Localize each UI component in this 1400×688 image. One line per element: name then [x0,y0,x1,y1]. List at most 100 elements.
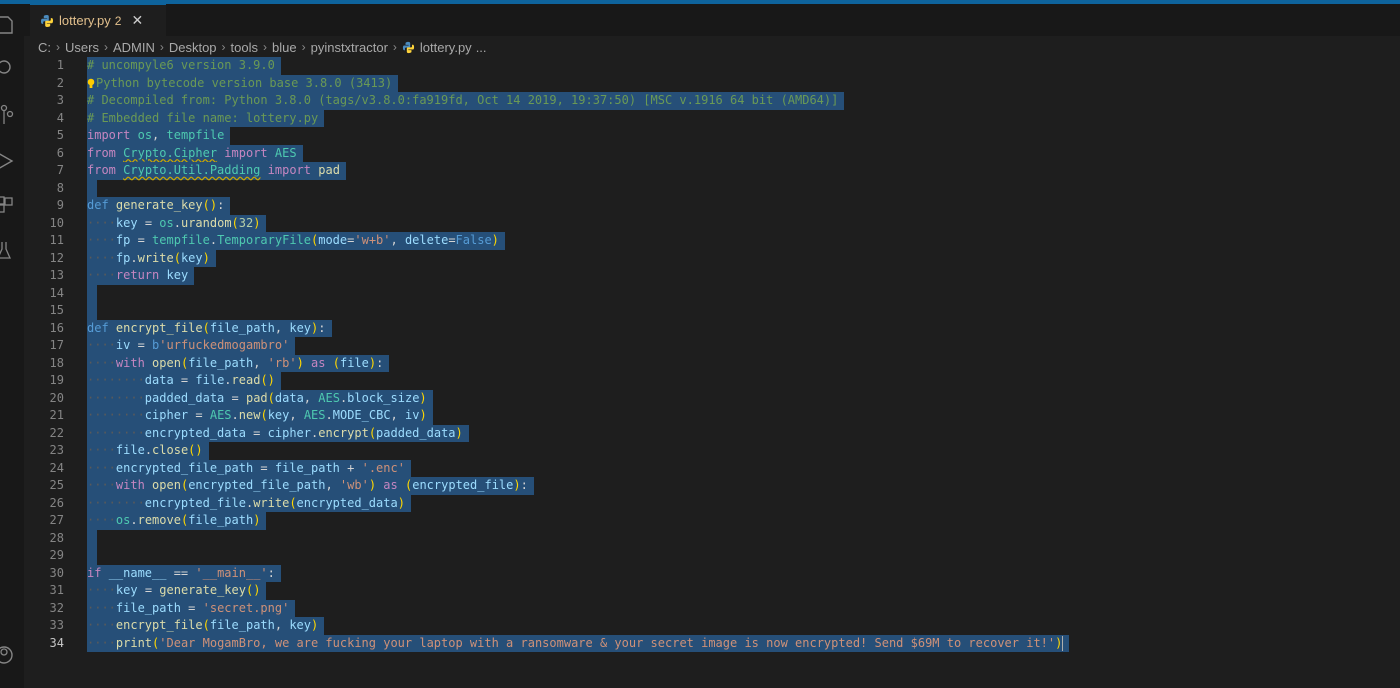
code-line[interactable]: 18 ····with open(file_path, 'rb') as (fil… [24,354,1400,372]
search-icon[interactable] [0,58,18,80]
code-line[interactable]: 9 def generate_key(): [24,197,1400,215]
code-line[interactable]: 27 ····os.remove(file_path) [24,512,1400,530]
code-line[interactable]: 30 if __name__ == '__main__': [24,564,1400,582]
line-number: 22 [49,425,64,440]
breadcrumb-item[interactable]: tools [231,40,258,55]
code-text: # Embedded file name: lottery.py [87,110,319,125]
line-number: 2 [56,75,64,90]
code-line[interactable]: 13 ····return key [24,267,1400,285]
code-text: # uncompyle6 version 3.9.0 [87,58,275,72]
code-line[interactable]: 20 ········padded_data = pad(data, AES.bl… [24,389,1400,407]
code-line[interactable]: 8 [24,179,1400,197]
code-line[interactable]: 5 import os, tempfile [24,127,1400,145]
code-line[interactable]: 34 ····print('Dear MogamBro, we are fucki… [24,634,1400,652]
code-line[interactable]: 29 [24,547,1400,565]
code-line[interactable]: 23 ····file.close() [24,442,1400,460]
source-control-icon[interactable] [0,104,18,126]
breadcrumb-separator: › [392,40,397,54]
activity-bar [0,4,24,688]
breadcrumb-item[interactable]: C: [38,40,51,55]
selection-highlight [87,547,97,565]
line-number: 30 [49,565,64,580]
breadcrumb-item[interactable]: ADMIN [113,40,155,55]
line-number: 9 [56,198,64,212]
code-text: ····with open(encrypted_file_path, 'wb')… [87,478,528,492]
code-line[interactable]: 15 [24,302,1400,320]
code-line[interactable]: 10 ····key = os.urandom(32) [24,214,1400,232]
line-number: 19 [49,373,64,387]
code-text: ····file_path = 'secret.png' [87,600,290,615]
code-line[interactable]: 31 ····key = generate_key() [24,582,1400,600]
explorer-icon[interactable] [0,14,18,36]
account-icon[interactable] [0,644,18,666]
code-line[interactable]: 3 # Decompiled from: Python 3.8.0 (tags/v… [24,92,1400,110]
code-line[interactable]: 12 ····fp.write(key) [24,249,1400,267]
testing-icon[interactable] [0,240,18,262]
code-line[interactable]: 24 ····encrypted_file_path = file_path + … [24,459,1400,477]
line-number: 18 [49,355,64,370]
breadcrumb-separator: › [159,40,164,54]
code-line[interactable]: 1 # uncompyle6 version 3.9.0 [24,57,1400,75]
line-number: 13 [49,268,64,282]
code-line[interactable]: 11 ····fp = tempfile.TemporaryFile(mode='… [24,232,1400,250]
line-number: 26 [49,495,64,510]
breadcrumb-separator: › [221,40,226,54]
close-icon[interactable]: ✕ [131,13,143,29]
line-number: 31 [49,583,64,597]
line-number: 10 [49,215,64,230]
breadcrumb-item[interactable]: Desktop [169,40,217,55]
code-line[interactable]: 16 def encrypt_file(file_path, key): [24,319,1400,337]
breadcrumb-separator: › [263,40,268,54]
code-text: ····iv = b'urfuckedmogambro' [87,338,290,352]
extensions-icon[interactable] [0,196,18,218]
code-text: ····with open(file_path, 'rb') as (file)… [87,355,384,370]
code-line[interactable]: 33 ····encrypt_file(file_path, key) [24,617,1400,635]
selection-highlight [87,302,97,320]
code-line[interactable]: 32 ····file_path = 'secret.png' [24,599,1400,617]
python-file-icon [41,14,53,27]
breadcrumb-item[interactable]: blue [272,40,297,55]
code-line[interactable]: 22 ········encrypted_data = cipher.encryp… [24,424,1400,442]
code-line[interactable]: 25 ····with open(encrypted_file_path, 'wb… [24,477,1400,495]
code-line[interactable]: 21 ········cipher = AES.new(key, AES.MODE… [24,407,1400,425]
code-line[interactable]: 7 from Crypto.Util.Padding import pad [24,162,1400,180]
line-number: 33 [49,618,64,632]
breadcrumb-item[interactable]: lottery.py [420,40,472,55]
tab-lottery-py[interactable]: lottery.py 2 ✕ [30,4,166,36]
code-text: ····encrypted_file_path = file_path + '.… [87,460,405,475]
selection-highlight [87,529,97,547]
code-text: ········cipher = AES.new(key, AES.MODE_C… [87,408,427,422]
code-text: ····encrypt_file(file_path, key) [87,618,319,632]
line-number: 17 [49,338,64,352]
code-line[interactable]: 26 ········encrypted_file.write(encrypted… [24,494,1400,512]
line-number: 25 [49,478,64,492]
code-line[interactable]: 17 ····iv = b'urfuckedmogambro' [24,337,1400,355]
line-number: 3 [56,93,64,107]
code-text: ········encrypted_data = cipher.encrypt(… [87,425,463,440]
code-line[interactable]: 19 ········data = file.read() [24,372,1400,390]
line-number: 24 [49,460,64,475]
code-text: ····fp.write(key) [87,250,210,265]
line-number: 32 [49,600,64,615]
code-line[interactable]: 28 [24,529,1400,547]
code-text: import os, tempfile [87,128,225,142]
breadcrumb-item[interactable]: pyinstxtractor [311,40,388,55]
code-line[interactable]: 6 from Crypto.Cipher import AES [24,144,1400,162]
line-number: 1 [56,58,64,72]
breadcrumb-item[interactable]: Users [65,40,99,55]
line-number: 11 [49,233,64,247]
tab-label: lottery.py [59,13,111,28]
run-debug-icon[interactable] [0,150,18,172]
code-text: from Crypto.Cipher import AES [87,145,297,160]
code-line[interactable]: 14 [24,284,1400,302]
lightbulb-icon[interactable] [87,78,95,89]
problem-count-badge: 2 [114,13,122,28]
code-editor[interactable]: 1 # uncompyle6 version 3.9.0 2 Python bytec… [24,56,1400,688]
code-text: Python bytecode version base 3.8.0 (3413… [87,75,392,93]
code-line[interactable]: 2 Python bytecode version base 3.8.0 (341… [24,74,1400,93]
breadcrumb-item[interactable]: ... [476,40,487,55]
code-line[interactable]: 4 # Embedded file name: lottery.py [24,109,1400,127]
code-text: def encrypt_file(file_path, key): [87,320,326,335]
line-number: 8 [56,180,64,195]
line-number: 14 [49,285,64,300]
